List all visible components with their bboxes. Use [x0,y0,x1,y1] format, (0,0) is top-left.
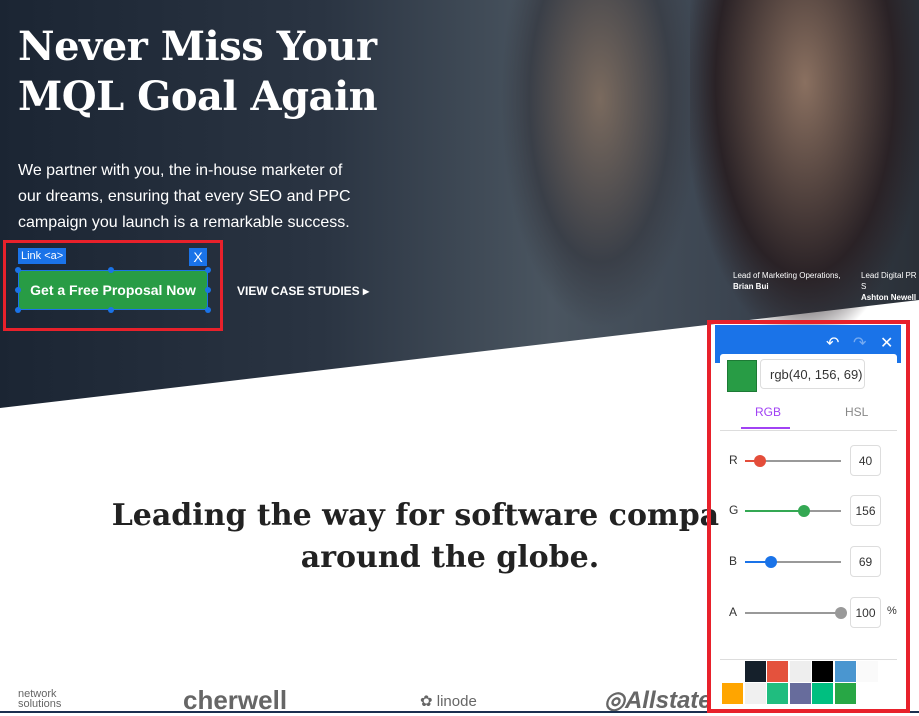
case-studies-label: VIEW CASE STUDIES [237,284,360,298]
palette-swatch[interactable] [744,683,766,704]
active-tab-indicator [741,427,790,429]
element-tag-label: Link <a> [18,248,67,264]
channel-label: A [729,605,738,619]
close-icon[interactable]: ✕ [880,333,893,353]
view-case-studies-link[interactable]: VIEW CASE STUDIES ▸ [237,284,369,298]
resize-handle[interactable] [205,307,211,313]
channel-value-input[interactable]: 156 [850,495,881,526]
slider-knob[interactable] [764,556,777,568]
channel-value-input[interactable]: 40 [850,445,881,476]
channel-slider[interactable] [745,556,841,568]
unit-label: % [887,605,897,617]
slider-knob[interactable] [797,505,810,517]
hero-subtitle: We partner with you, the in-house market… [18,162,351,231]
channel-slider[interactable] [745,455,841,467]
hero-photo-man [500,0,700,330]
section-heading: Leading the way for software companies a… [111,498,789,575]
redo-icon[interactable]: ↷ [853,333,866,353]
free-proposal-button[interactable]: Get a Free Proposal Now [18,270,208,310]
color-value-input[interactable]: rgb(40, 156, 69) [760,359,865,389]
logo-network-solutions: network solutions [18,688,62,710]
palette-swatch[interactable] [834,661,856,682]
channel-slider[interactable] [745,607,847,619]
palette-swatch[interactable] [857,661,878,682]
close-inspector-button[interactable]: X [189,248,207,266]
channel-label: G [729,503,739,517]
color-picker-panel [720,354,897,705]
palette-swatch[interactable] [812,661,833,682]
linode-text: linode [436,693,477,710]
slider-fill [745,612,841,614]
slider-knob[interactable] [754,455,767,467]
channel-label: R [729,453,738,467]
divider [720,659,897,660]
palette-swatch[interactable] [767,683,788,704]
palette-swatch[interactable] [789,683,811,704]
resize-handle[interactable] [108,307,114,313]
palette-swatch[interactable] [812,683,833,704]
allstate-text: Allstate [624,687,712,714]
palette-swatch[interactable] [722,683,743,704]
channel-value-input[interactable]: 69 [850,546,881,577]
resize-handle[interactable] [205,267,211,273]
tab-hsl[interactable]: HSL [845,405,868,419]
divider [720,430,897,431]
resize-handle[interactable] [15,287,21,293]
slider-knob[interactable] [835,607,847,619]
person-name: Brian Bui [733,282,769,291]
person-caption: Lead of Marketing Operations, Brian Bui [733,270,841,292]
logo-linode: ✿ linode [420,693,477,710]
palette-swatch[interactable] [834,683,856,704]
person-name: Ashton Newell [861,293,917,302]
channel-label: B [729,554,738,568]
palette-swatch[interactable] [744,661,766,682]
tab-rgb[interactable]: RGB [755,405,781,419]
person-role: Lead of Marketing Operations, [733,271,841,280]
undo-icon[interactable]: ↶ [826,333,839,353]
person-caption: Lead Digital PR S Ashton Newell [861,270,919,303]
palette-swatch[interactable] [722,661,743,682]
palette-swatch[interactable] [789,661,811,682]
person-role: Lead Digital PR S [861,271,917,291]
hero-title: Never Miss Your MQL Goal Again [18,23,378,120]
slider-fill [745,510,804,512]
resize-handle[interactable] [108,267,114,273]
resize-handle[interactable] [15,267,21,273]
channel-value-input[interactable]: 100 [850,597,881,628]
resize-handle[interactable] [15,307,21,313]
color-swatch-preview [727,360,757,392]
palette-swatch[interactable] [767,661,788,682]
resize-handle[interactable] [205,287,211,293]
chevron-right-icon: ▸ [363,284,370,298]
channel-slider[interactable] [745,505,841,517]
